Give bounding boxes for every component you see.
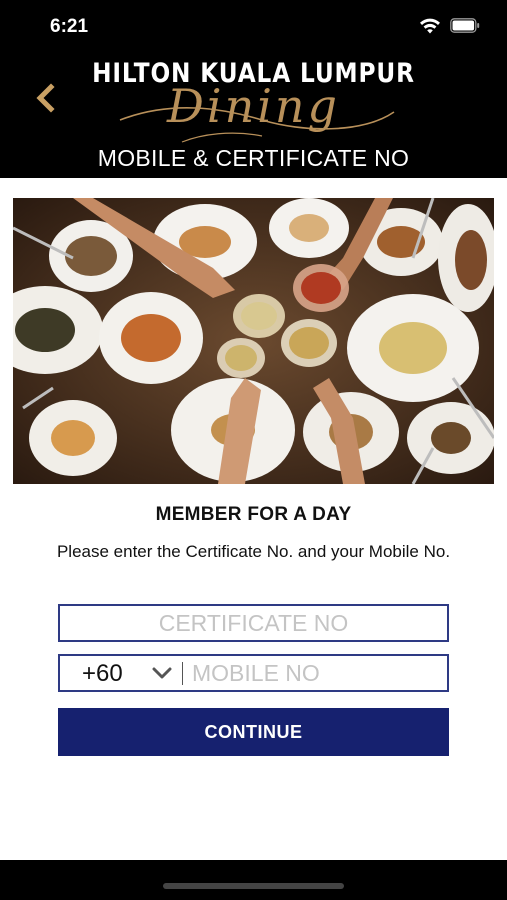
country-code-value: +60: [82, 660, 123, 687]
country-code-select[interactable]: +60: [60, 656, 184, 690]
main-content: MEMBER FOR A DAY Please enter the Certif…: [0, 178, 507, 860]
home-indicator: [163, 883, 344, 889]
certificate-input[interactable]: [60, 606, 447, 640]
certificate-field: [58, 604, 449, 642]
continue-button[interactable]: CONTINUE: [58, 708, 449, 756]
brand-script-logo: Dining: [166, 79, 340, 133]
instructions-text: Please enter the Certificate No. and you…: [56, 542, 451, 561]
mobile-input[interactable]: [192, 656, 442, 690]
field-divider: [182, 662, 183, 685]
section-title: MEMBER FOR A DAY: [155, 504, 352, 525]
battery-icon: [450, 18, 480, 33]
wifi-icon: [420, 18, 440, 34]
mobile-field: +60: [58, 654, 449, 692]
status-time: 6:21: [50, 16, 89, 37]
status-bar: 6:21: [0, 0, 507, 52]
page-title: MOBILE & CERTIFICATE NO: [97, 145, 410, 171]
device-notch: [126, 0, 382, 36]
phone-screen: 6:21 HILTON KUALA LUMPUR Dining MOBILE &…: [0, 0, 507, 900]
chevron-down-icon: [152, 667, 172, 679]
hero-image-dining-toast: [13, 198, 494, 484]
app-header: HILTON KUALA LUMPUR Dining MOBILE & CERT…: [0, 52, 507, 178]
